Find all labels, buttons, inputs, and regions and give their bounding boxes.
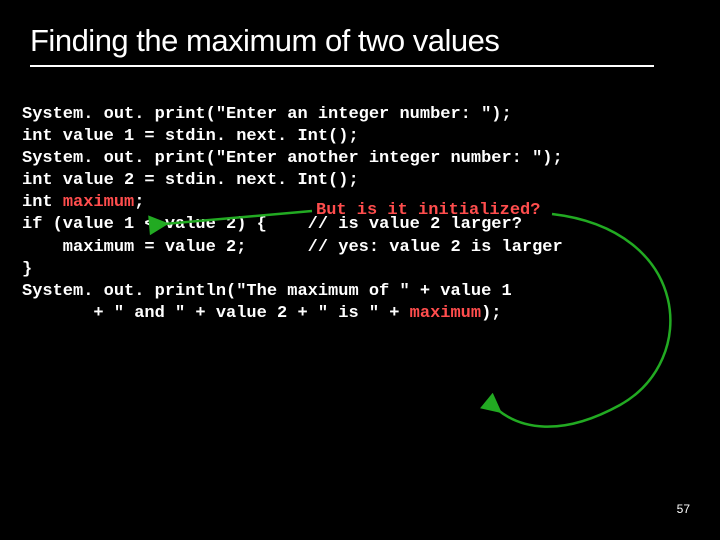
code-comment: // yes: value 2 is larger bbox=[308, 238, 563, 257]
highlight-maximum-decl: maximum bbox=[63, 193, 134, 212]
code-text: + " and " + value 2 + " is " + bbox=[22, 304, 410, 323]
code-line: System. out. println("The maximum of " +… bbox=[22, 281, 698, 303]
slide: Finding the maximum of two values System… bbox=[0, 0, 720, 540]
code-line: + " and " + value 2 + " is " + maximum); bbox=[22, 303, 698, 325]
slide-title: Finding the maximum of two values bbox=[0, 0, 720, 65]
code-line: } bbox=[22, 259, 698, 281]
code-text: int bbox=[22, 193, 63, 212]
code-text: if (value 1 < value 2) { bbox=[22, 215, 308, 234]
code-text: maximum = value 2; bbox=[22, 238, 308, 257]
code-line: System. out. print("Enter another intege… bbox=[22, 148, 698, 170]
annotation-text: But is it initialized? bbox=[316, 201, 540, 220]
code-line: int value 2 = stdin. next. Int(); bbox=[22, 170, 698, 192]
code-line: int value 1 = stdin. next. Int(); bbox=[22, 126, 698, 148]
code-line: maximum = value 2; // yes: value 2 is la… bbox=[22, 237, 698, 259]
code-line: System. out. print("Enter an integer num… bbox=[22, 104, 698, 126]
highlight-maximum-use: maximum bbox=[410, 304, 481, 323]
code-text: ); bbox=[481, 304, 501, 323]
code-text: ; bbox=[134, 193, 144, 212]
title-underline bbox=[30, 65, 654, 67]
page-number: 57 bbox=[677, 502, 690, 516]
